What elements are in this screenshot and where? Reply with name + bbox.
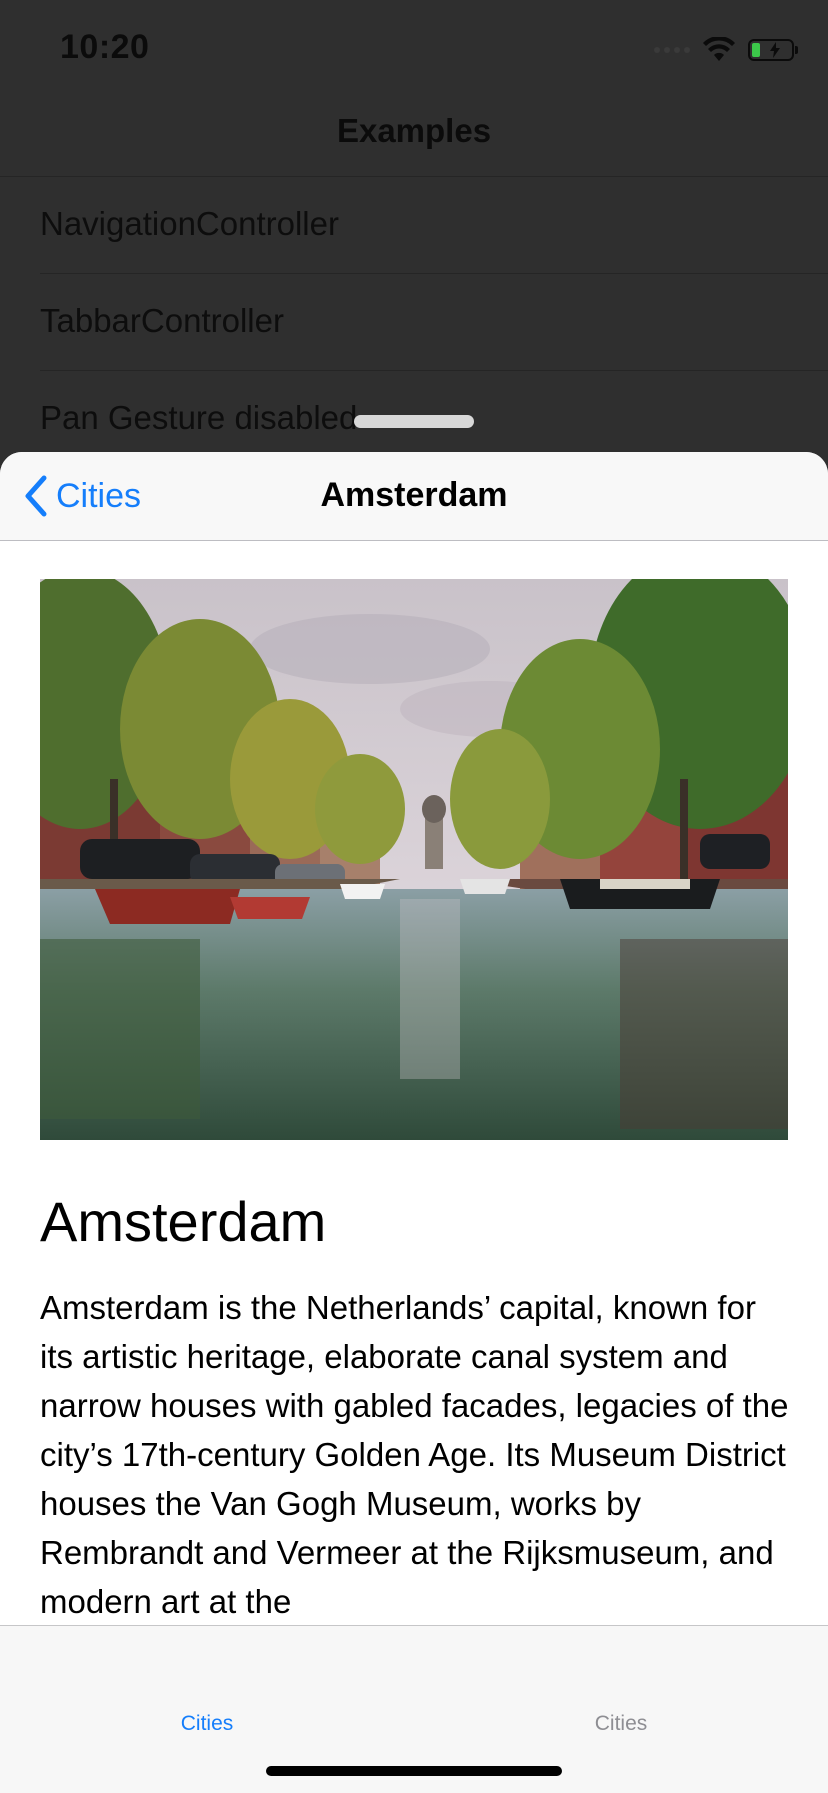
list-item-label: TabbarController [40, 302, 284, 339]
wifi-icon [703, 37, 735, 61]
home-indicator[interactable] [266, 1766, 562, 1776]
list-item[interactable]: TabbarController [0, 274, 828, 371]
signal-dots-icon [654, 47, 690, 53]
city-photo [40, 579, 788, 1140]
list-item-label: NavigationController [40, 205, 339, 242]
list-item-label: Pan Gesture disabled [40, 399, 358, 436]
status-bar: 10:20 [0, 0, 828, 100]
tab-label: Cities [594, 1712, 648, 1735]
sheet-grabber-handle[interactable] [354, 415, 474, 428]
presented-sheet: Cities Amsterdam Amsterdam Amsterdam is … [0, 452, 828, 1792]
status-icons [654, 36, 798, 64]
city-description: Amsterdam is the Netherlands’ capital, k… [40, 1289, 789, 1620]
list-item[interactable]: NavigationController [0, 177, 828, 274]
tab-label: Cities [180, 1712, 234, 1735]
page-title: Amsterdam [320, 476, 508, 514]
battery-charging-icon [748, 39, 798, 61]
status-time: 10:20 [60, 28, 150, 66]
background-nav-title: Examples [336, 112, 492, 149]
tab-cities-first[interactable]: Cities [0, 1626, 414, 1735]
tab-cities-second[interactable]: Cities [414, 1626, 828, 1735]
sheet-navigation-bar: Cities Amsterdam [0, 452, 828, 541]
city-heading: Amsterdam [40, 1190, 327, 1253]
background-screen: 10:20 Examples NavigationController Tabb… [0, 0, 828, 470]
